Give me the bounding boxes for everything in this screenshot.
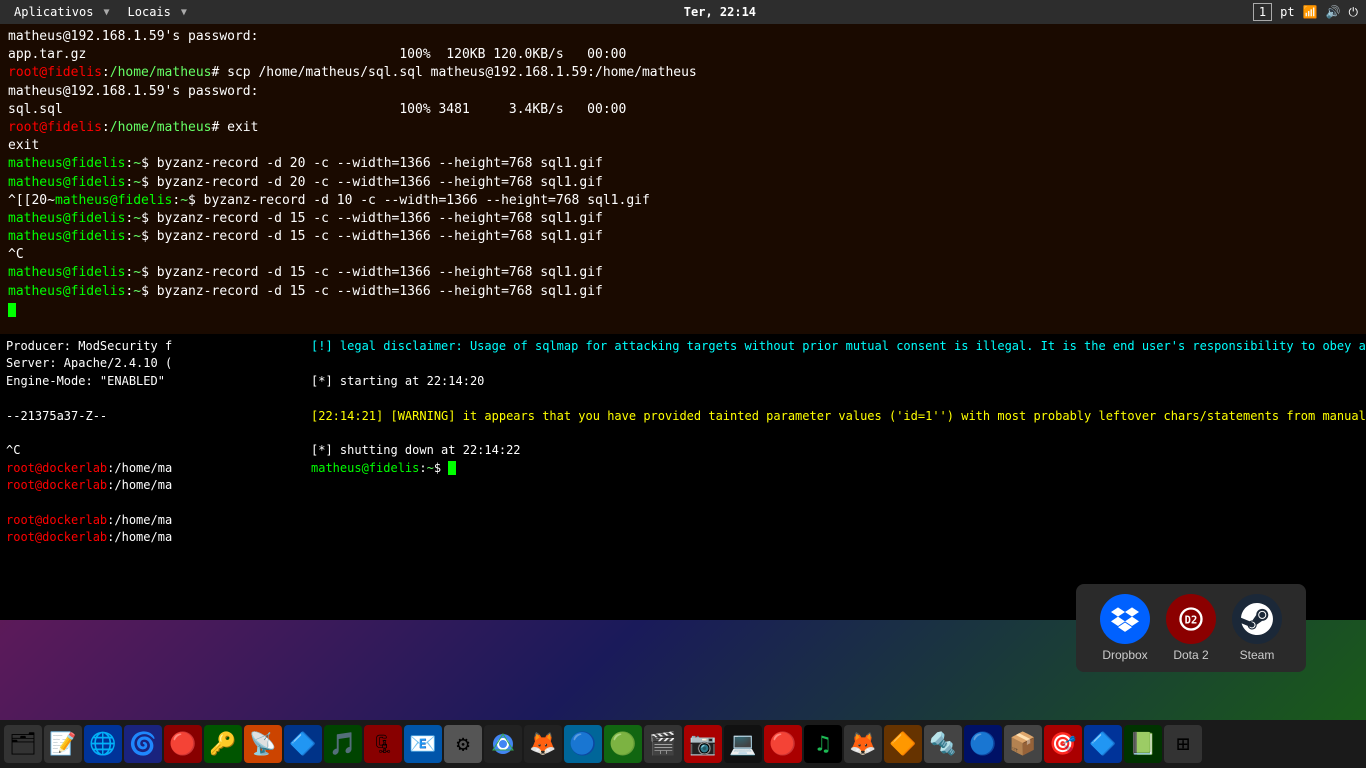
top-panel: Aplicativos ▼ Locais ▼ Ter, 22:14 1 pt 📶… xyxy=(0,0,1366,24)
taskbar-terminal-icon[interactable]: 💻 xyxy=(724,725,762,763)
dropbox-label: Dropbox xyxy=(1102,648,1147,662)
taskbar-keepass-icon[interactable]: 🔑 xyxy=(204,725,242,763)
taskbar-vlc-icon[interactable]: 🎬 xyxy=(644,725,682,763)
taskbar-target-icon[interactable]: 🎯 xyxy=(1044,725,1082,763)
taskbar-files-icon[interactable]: 🗂 xyxy=(4,725,42,763)
term-warning: [22:14:21] [WARNING] it appears that you… xyxy=(311,408,1358,425)
dota2-icon: D2 xyxy=(1166,594,1216,644)
steam-icon xyxy=(1232,594,1282,644)
term-line: matheus@fidelis:~$ byzanz-record -d 20 -… xyxy=(8,155,1358,173)
term-disclaimer: [!] legal disclaimer: Usage of sqlmap fo… xyxy=(311,338,1358,355)
term-line xyxy=(6,390,297,407)
term-line: root@dockerlab:/home/ma xyxy=(6,460,297,477)
term-line: root@dockerlab:/home/ma xyxy=(6,529,297,546)
taskbar-green-icon[interactable]: 🎵 xyxy=(324,725,362,763)
taskbar-app15-icon[interactable]: 🟢 xyxy=(604,725,642,763)
taskbar-orange-icon[interactable]: 🔶 xyxy=(884,725,922,763)
taskbar-firefox-icon[interactable]: 🦊 xyxy=(524,725,562,763)
term-starting: [*] starting at 22:14:20 xyxy=(311,373,1358,390)
volume-icon[interactable]: 🔊 xyxy=(1326,5,1341,19)
term-line: ^[[20~matheus@fidelis:~$ byzanz-record -… xyxy=(8,192,1358,210)
term-line: matheus@fidelis:~$ byzanz-record -d 15 -… xyxy=(8,210,1358,228)
power-icon[interactable]: ⏻ xyxy=(1349,5,1359,20)
term-cursor-line xyxy=(8,301,1358,319)
notif-dropbox[interactable]: Dropbox xyxy=(1100,594,1150,662)
notif-row: Dropbox D2 Dota 2 Steam xyxy=(1100,594,1282,662)
lang-indicator[interactable]: pt xyxy=(1280,5,1294,19)
term-shutting: [*] shutting down at 22:14:22 xyxy=(311,442,1358,459)
term-line: matheus@fidelis:~$ byzanz-record -d 15 -… xyxy=(8,264,1358,282)
term-line: Server: Apache/2.4.10 ( xyxy=(6,355,297,372)
term-line: root@dockerlab:/home/ma xyxy=(6,512,297,529)
notif-dota2[interactable]: D2 Dota 2 xyxy=(1166,594,1216,662)
notif-steam[interactable]: Steam xyxy=(1232,594,1282,662)
term-line: --21375a37-Z-- xyxy=(6,408,297,425)
term-line: root@fidelis:/home/matheus# exit xyxy=(8,119,1358,137)
term-line: exit xyxy=(8,137,1358,155)
menu-arrow-aplicativos: ▼ xyxy=(103,7,109,18)
notification-popup: Dropbox D2 Dota 2 Steam xyxy=(1076,584,1306,672)
term-line: root@dockerlab:/home/ma xyxy=(6,477,297,494)
term-line: app.tar.gz 100% 120KB 120.0KB/s 00:00 xyxy=(8,46,1358,64)
taskbar-app4-icon[interactable]: 🌀 xyxy=(124,725,162,763)
wifi-icon: 📶 xyxy=(1303,5,1318,19)
term-line xyxy=(6,495,297,512)
top-left-menu: Aplicativos ▼ Locais ▼ xyxy=(8,3,187,21)
term-line: ^C xyxy=(8,246,1358,264)
top-right-area: 1 pt 📶 🔊 ⏻ xyxy=(1253,3,1358,21)
taskbar-appgrid-icon[interactable]: ⊞ xyxy=(1164,725,1202,763)
steam-label: Steam xyxy=(1240,648,1275,662)
term-line: sql.sql 100% 3481 3.4KB/s 00:00 xyxy=(8,101,1358,119)
term-line xyxy=(311,390,1358,407)
terminal-main[interactable]: matheus@192.168.1.59's password: app.tar… xyxy=(0,24,1366,334)
taskbar-fox-icon[interactable]: 🦊 xyxy=(844,725,882,763)
taskbar-gear-icon[interactable]: ⚙ xyxy=(444,725,482,763)
term-line: Producer: ModSecurity f xyxy=(6,338,297,355)
menu-aplicativos[interactable]: Aplicativos xyxy=(8,3,99,21)
menu-arrow-locais: ▼ xyxy=(181,7,187,18)
taskbar-gedit-icon[interactable]: 📝 xyxy=(44,725,82,763)
term-line: matheus@fidelis:~$ byzanz-record -d 15 -… xyxy=(8,228,1358,246)
taskbar-dark-icon[interactable]: 🗜 xyxy=(364,725,402,763)
term-line xyxy=(311,355,1358,372)
taskbar-gray-icon[interactable]: 🔩 xyxy=(924,725,962,763)
taskbar-teal-icon[interactable]: 🔵 xyxy=(564,725,602,763)
term-prompt-line: matheus@fidelis:~$ xyxy=(311,460,1358,477)
taskbar-red-app-icon[interactable]: 🔴 xyxy=(164,725,202,763)
taskbar-navy-icon[interactable]: 🔵 xyxy=(964,725,1002,763)
svg-text:D2: D2 xyxy=(1185,615,1198,627)
desktop: matheus@192.168.1.59's password: app.tar… xyxy=(0,24,1366,720)
taskbar-box-icon[interactable]: 📦 xyxy=(1004,725,1042,763)
term-line: matheus@fidelis:~$ byzanz-record -d 15 -… xyxy=(8,283,1358,301)
taskbar-blue-icon[interactable]: 🔷 xyxy=(284,725,322,763)
taskbar-chrome-icon[interactable] xyxy=(484,725,522,763)
dropbox-icon xyxy=(1100,594,1150,644)
taskbar-spotify-icon[interactable]: ♫ xyxy=(804,725,842,763)
dota2-label: Dota 2 xyxy=(1173,648,1208,662)
taskbar-ie-icon[interactable]: 🌐 xyxy=(84,725,122,763)
workspace-indicator[interactable]: 1 xyxy=(1253,3,1272,21)
term-line: Engine-Mode: "ENABLED" xyxy=(6,373,297,390)
term-line: matheus@192.168.1.59's password: xyxy=(8,83,1358,101)
term-line: matheus@192.168.1.59's password: xyxy=(8,28,1358,46)
clock: Ter, 22:14 xyxy=(684,5,756,19)
taskbar-thunderbird-icon[interactable]: 📧 xyxy=(404,725,442,763)
taskbar-app19-icon[interactable]: 🔴 xyxy=(764,725,802,763)
taskbar-filezilla-icon[interactable]: 📡 xyxy=(244,725,282,763)
taskbar-camera-icon[interactable]: 📷 xyxy=(684,725,722,763)
taskbar: 🗂 📝 🌐 🌀 🔴 🔑 📡 🔷 🎵 🗜 📧 ⚙ 🦊 🔵 🟢 🎬 📷 💻 🔴 ♫ … xyxy=(0,720,1366,768)
term-line: ^C xyxy=(6,442,297,459)
term-line: matheus@fidelis:~$ byzanz-record -d 20 -… xyxy=(8,174,1358,192)
menu-locais[interactable]: Locais xyxy=(122,3,177,21)
term-line: root@fidelis:/home/matheus# scp /home/ma… xyxy=(8,64,1358,82)
taskbar-blue2-icon[interactable]: 🔷 xyxy=(1084,725,1122,763)
terminal-right[interactable]: [!] legal disclaimer: Usage of sqlmap fo… xyxy=(303,334,1366,620)
term-line xyxy=(6,425,297,442)
terminal-left[interactable]: Producer: ModSecurity f Server: Apache/2… xyxy=(0,334,303,620)
term-line xyxy=(311,425,1358,442)
taskbar-book-icon[interactable]: 📗 xyxy=(1124,725,1162,763)
